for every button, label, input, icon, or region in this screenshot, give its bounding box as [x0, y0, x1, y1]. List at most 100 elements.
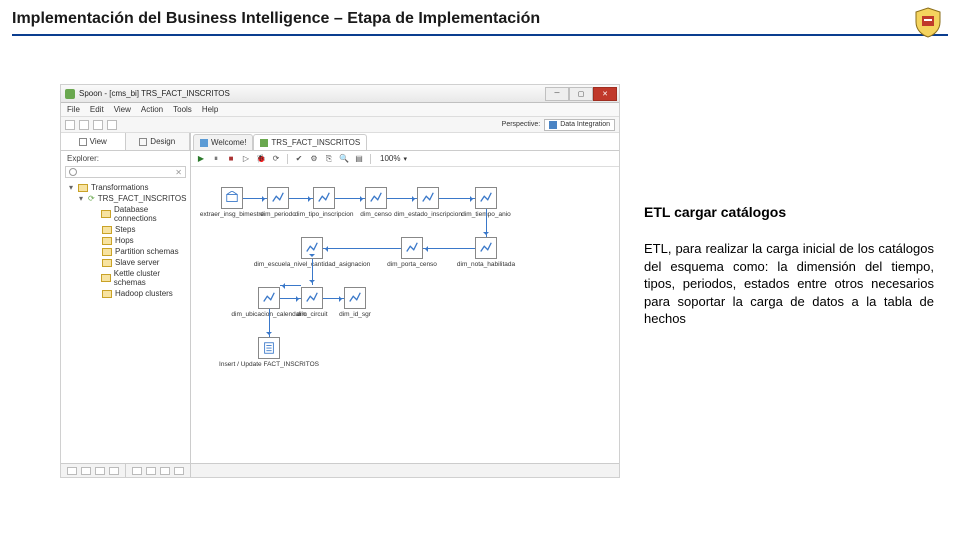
perspective-selector[interactable]: Data Integration: [544, 119, 615, 131]
etl-canvas[interactable]: extraer_insg_bimestre dim_periodo dim_ti…: [191, 167, 619, 463]
etl-node-lookup[interactable]: [475, 187, 497, 209]
node-label: dim_tipo_inscripcion: [295, 211, 354, 218]
description-panel: ETL cargar catálogos ETL, para realizar …: [644, 84, 934, 478]
etl-node-lookup[interactable]: [267, 187, 289, 209]
tab-welcome-label: Welcome!: [211, 138, 246, 147]
etl-node-lookup[interactable]: [401, 237, 423, 259]
explore-button[interactable]: 🔍: [338, 153, 350, 165]
tree-item-3[interactable]: Partition schemas: [63, 246, 188, 257]
institution-logo: [914, 6, 942, 38]
minimize-button[interactable]: ─: [545, 87, 569, 101]
tree-item-0[interactable]: Database connections: [63, 204, 188, 224]
search-input[interactable]: ✕: [65, 166, 186, 178]
tree-item-label: Kettle cluster schemas: [114, 269, 188, 287]
page-title: Implementación del Business Intelligence…: [12, 10, 948, 36]
node-label: dim_id_sgr: [339, 311, 371, 318]
explorer-label: Explorer:: [61, 151, 190, 166]
tree-main-label: TRS_FACT_INSCRITOS: [98, 194, 187, 203]
maximize-button[interactable]: ▢: [569, 87, 593, 101]
etl-node-lookup[interactable]: [365, 187, 387, 209]
left-panel: View Design Explorer: ✕ ▾Transformations…: [61, 133, 191, 463]
menu-file[interactable]: File: [67, 105, 80, 114]
tree-item-4[interactable]: Slave server: [63, 257, 188, 268]
toolbar-new-icon[interactable]: [65, 120, 75, 130]
toolbar-save-icon[interactable]: [93, 120, 103, 130]
transformation-icon: [260, 139, 268, 147]
tree-item-5[interactable]: Kettle cluster schemas: [63, 268, 188, 288]
zoom-level[interactable]: 100%: [380, 154, 400, 163]
tree-item-label: Steps: [115, 225, 135, 234]
etl-node-lookup[interactable]: [258, 287, 280, 309]
stop-button[interactable]: ■: [225, 153, 237, 165]
debug-button[interactable]: 🐞: [255, 153, 267, 165]
node-label: dim_nota_habilitada: [457, 261, 515, 268]
node-label: dim_estado_inscripcion: [394, 211, 462, 218]
folder-icon: [101, 210, 110, 218]
statusbar-button[interactable]: [132, 467, 142, 475]
etl-node-lookup[interactable]: [313, 187, 335, 209]
sql-button[interactable]: ⎘: [323, 153, 335, 165]
perspective-value: Data Integration: [560, 121, 610, 128]
menu-edit[interactable]: Edit: [90, 105, 104, 114]
editor-panel: Welcome! TRS_FACT_INSCRITOS ▶ ⏸ ■ ▷ 🐞 ⟳ …: [191, 133, 619, 463]
toolbar-open-icon[interactable]: [79, 120, 89, 130]
perspective-label: Perspective:: [502, 121, 541, 128]
tree-item-2[interactable]: Hops: [63, 235, 188, 246]
tree-item-label: Hops: [115, 236, 134, 245]
tree-root-label: Transformations: [91, 183, 149, 192]
tab-design[interactable]: Design: [126, 133, 191, 150]
window-title: Spoon - [cms_bi] TRS_FACT_INSCRITOS: [79, 89, 545, 98]
statusbar-button[interactable]: [95, 467, 105, 475]
node-label: dim_porta_censo: [387, 261, 437, 268]
statusbar-button[interactable]: [67, 467, 77, 475]
statusbar-button[interactable]: [174, 467, 184, 475]
status-bar: [61, 463, 619, 477]
main-toolbar: Perspective: Data Integration: [61, 117, 619, 133]
folder-icon: [102, 226, 112, 234]
close-button[interactable]: ✕: [593, 87, 617, 101]
toolbar-saveas-icon[interactable]: [107, 120, 117, 130]
etl-node-output[interactable]: [258, 337, 280, 359]
tab-welcome[interactable]: Welcome!: [193, 134, 253, 150]
menu-action[interactable]: Action: [141, 105, 163, 114]
impact-button[interactable]: ⚙: [308, 153, 320, 165]
tree-root[interactable]: ▾Transformations: [63, 182, 188, 193]
tab-view[interactable]: View: [61, 133, 126, 150]
description-title: ETL cargar catálogos: [644, 204, 934, 220]
etl-node-lookup[interactable]: [475, 237, 497, 259]
menu-help[interactable]: Help: [202, 105, 218, 114]
replay-button[interactable]: ⟳: [270, 153, 282, 165]
statusbar-button[interactable]: [160, 467, 170, 475]
etl-node-lookup[interactable]: [417, 187, 439, 209]
canvas-toolbar: ▶ ⏸ ■ ▷ 🐞 ⟳ ✔ ⚙ ⎘ 🔍 ▤ 100% ▾: [191, 151, 619, 167]
statusbar-button[interactable]: [109, 467, 119, 475]
pause-button[interactable]: ⏸: [210, 153, 222, 165]
node-label: dim_periodo: [260, 211, 296, 218]
folder-icon: [102, 290, 112, 298]
show-results-button[interactable]: ▤: [353, 153, 365, 165]
preview-button[interactable]: ▷: [240, 153, 252, 165]
tab-design-label: Design: [150, 137, 175, 146]
statusbar-button[interactable]: [146, 467, 156, 475]
window-titlebar: Spoon - [cms_bi] TRS_FACT_INSCRITOS ─ ▢ …: [61, 85, 619, 103]
folder-icon: [78, 184, 88, 192]
run-button[interactable]: ▶: [195, 153, 207, 165]
tree-item-6[interactable]: Hadoop clusters: [63, 288, 188, 299]
etl-node-lookup[interactable]: [301, 287, 323, 309]
clear-search-icon[interactable]: ✕: [175, 168, 182, 177]
check-button[interactable]: ✔: [293, 153, 305, 165]
menu-tools[interactable]: Tools: [173, 105, 192, 114]
statusbar-button[interactable]: [81, 467, 91, 475]
perspective-icon: [549, 121, 557, 129]
app-icon: [65, 89, 75, 99]
explorer-tree: ▾Transformations ▾⟳TRS_FACT_INSCRITOS Da…: [61, 182, 190, 463]
tab-transformation[interactable]: TRS_FACT_INSCRITOS: [253, 134, 367, 150]
etl-node-input[interactable]: [221, 187, 243, 209]
description-body: ETL, para realizar la carga inicial de l…: [644, 240, 934, 328]
tree-main[interactable]: ▾⟳TRS_FACT_INSCRITOS: [63, 193, 188, 204]
menu-view[interactable]: View: [114, 105, 131, 114]
etl-node-lookup[interactable]: [344, 287, 366, 309]
tree-item-1[interactable]: Steps: [63, 224, 188, 235]
welcome-icon: [200, 139, 208, 147]
tree-item-label: Partition schemas: [115, 247, 179, 256]
